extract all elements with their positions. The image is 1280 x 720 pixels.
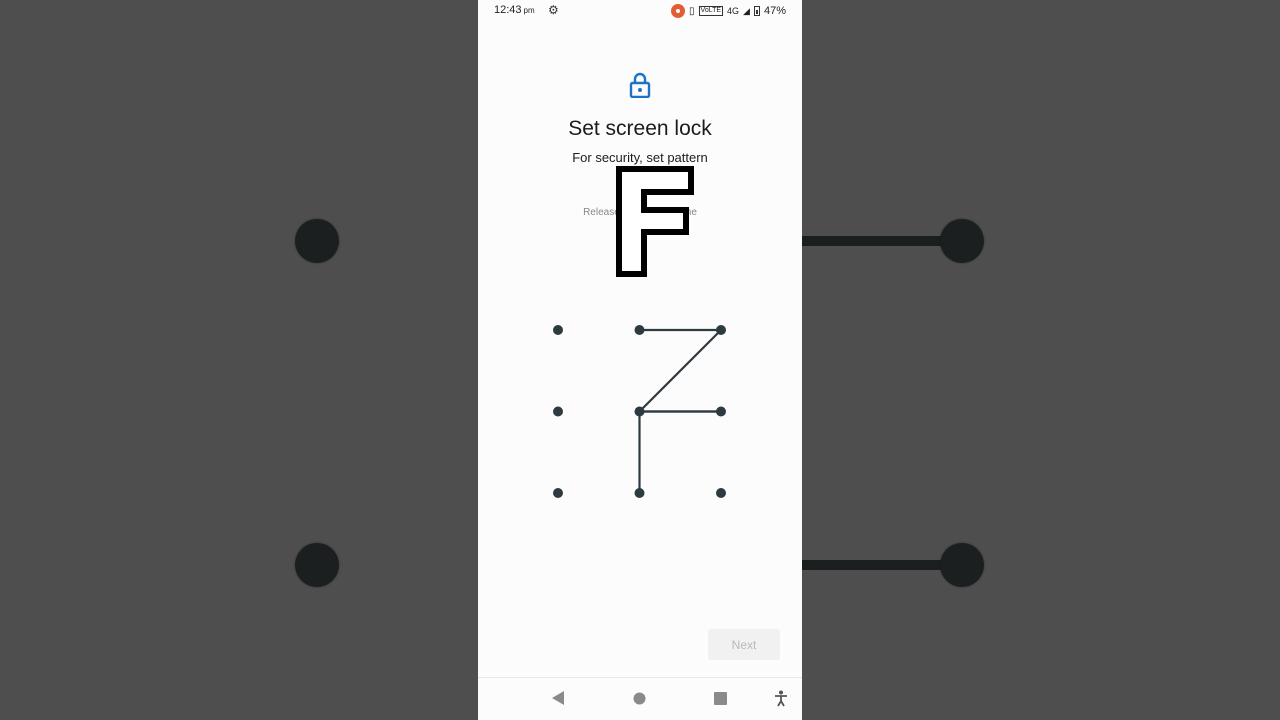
- letter-f-overlay: F: [616, 166, 694, 277]
- lock-icon: [629, 72, 651, 98]
- background-dot: [940, 219, 984, 263]
- back-icon[interactable]: [551, 690, 565, 706]
- volte-icon: VoLTE: [698, 6, 724, 16]
- pattern-dot[interactable]: [553, 325, 563, 335]
- battery-percent: 47%: [763, 5, 786, 17]
- background-dot: [940, 543, 984, 587]
- pattern-dot[interactable]: [553, 488, 563, 498]
- network-type: 4G: [727, 6, 740, 16]
- pattern-dot[interactable]: [553, 406, 563, 417]
- pattern-dot[interactable]: [634, 325, 645, 335]
- status-icons: ▯ VoLTE 4G ◢ 47%: [671, 4, 786, 18]
- navigation-bar: [478, 677, 802, 720]
- vibrate-icon: ▯: [689, 5, 695, 17]
- pattern-dot[interactable]: [716, 488, 726, 498]
- home-icon[interactable]: [633, 692, 646, 705]
- screen-record-icon: [671, 4, 686, 18]
- background-dot: [295, 219, 339, 263]
- pattern-dot[interactable]: [634, 406, 645, 417]
- accessibility-icon[interactable]: [774, 690, 788, 707]
- pattern-dot[interactable]: [634, 488, 645, 498]
- pattern-dot[interactable]: [716, 325, 726, 335]
- phone-screen: 12:43 pm ⚙ ▯ VoLTE 4G ◢ 47% Set screen lo…: [478, 0, 802, 720]
- background-line: [802, 560, 962, 570]
- battery-icon: [753, 6, 760, 16]
- page-subtitle: For security, set pattern: [572, 150, 708, 165]
- status-time: 12:43 pm: [494, 4, 535, 16]
- next-button[interactable]: Next: [708, 629, 780, 660]
- pattern-grid[interactable]: [478, 300, 802, 530]
- pattern-dot[interactable]: [716, 406, 726, 417]
- recents-icon[interactable]: [714, 692, 727, 705]
- page-title: Set screen lock: [568, 117, 712, 140]
- settings-status-icon: ⚙: [548, 3, 559, 17]
- background-dot: [295, 543, 339, 587]
- background-line: [802, 236, 962, 246]
- pattern-line: [638, 329, 722, 413]
- signal-icon: ◢: [743, 5, 750, 16]
- status-bar: 12:43 pm ⚙ ▯ VoLTE 4G ◢ 47%: [478, 0, 802, 22]
